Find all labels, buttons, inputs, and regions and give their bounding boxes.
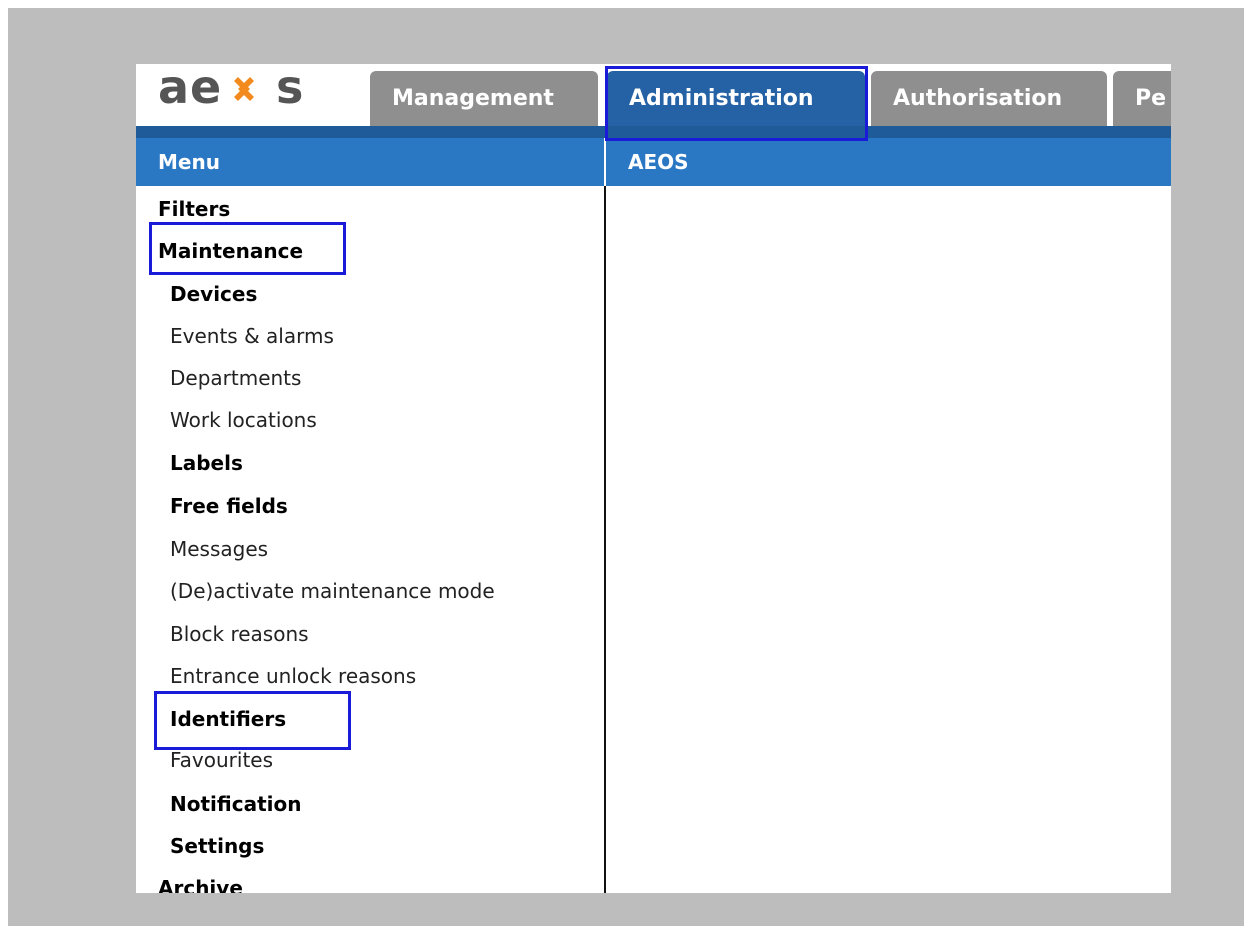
tab-authorisation[interactable]: Authorisation bbox=[871, 71, 1107, 126]
menu-item-notification[interactable]: Notification bbox=[170, 783, 301, 825]
section-header-bar: Menu AEOS bbox=[136, 138, 1171, 186]
aeos-logo: ae s bbox=[158, 64, 318, 114]
tab-management[interactable]: Management bbox=[370, 71, 598, 126]
tab-label: Management bbox=[392, 86, 554, 111]
menu-item-work-locations[interactable]: Work locations bbox=[170, 399, 317, 441]
menu-content-divider bbox=[604, 186, 606, 893]
header-separator bbox=[604, 138, 606, 186]
tab-label: Authorisation bbox=[893, 86, 1063, 111]
tab-label: Pe bbox=[1135, 86, 1167, 111]
menu-title: Menu bbox=[158, 150, 220, 174]
tab-personnel[interactable]: Pe bbox=[1113, 71, 1171, 126]
menu-item-archive[interactable]: Archive bbox=[158, 867, 243, 893]
content-title: AEOS bbox=[628, 150, 689, 174]
svg-text:ae: ae bbox=[158, 67, 222, 111]
menu-item-settings[interactable]: Settings bbox=[170, 825, 264, 867]
aeos-logo-icon: ae s bbox=[158, 67, 304, 111]
menu-item-free-fields[interactable]: Free fields bbox=[170, 485, 288, 527]
highlight-box-administration bbox=[605, 66, 868, 141]
highlight-box-identifiers bbox=[154, 691, 351, 750]
menu-item-devices[interactable]: Devices bbox=[170, 273, 257, 315]
screenshot-frame: ae s Management Administration Authorisa… bbox=[8, 8, 1244, 926]
menu-item-messages[interactable]: Messages bbox=[170, 528, 268, 570]
svg-text:s: s bbox=[276, 67, 304, 111]
sidebar-menu: Filters Maintenance Devices Events & ala… bbox=[136, 186, 604, 893]
menu-item-departments[interactable]: Departments bbox=[170, 357, 301, 399]
menu-item-events-alarms[interactable]: Events & alarms bbox=[170, 315, 334, 357]
menu-item-maintenance-mode[interactable]: (De)activate maintenance mode bbox=[170, 570, 495, 612]
aeos-app-window: ae s Management Administration Authorisa… bbox=[136, 64, 1171, 893]
menu-item-block-reasons[interactable]: Block reasons bbox=[170, 613, 309, 655]
highlight-box-maintenance bbox=[149, 222, 346, 275]
menu-item-labels[interactable]: Labels bbox=[170, 442, 243, 484]
